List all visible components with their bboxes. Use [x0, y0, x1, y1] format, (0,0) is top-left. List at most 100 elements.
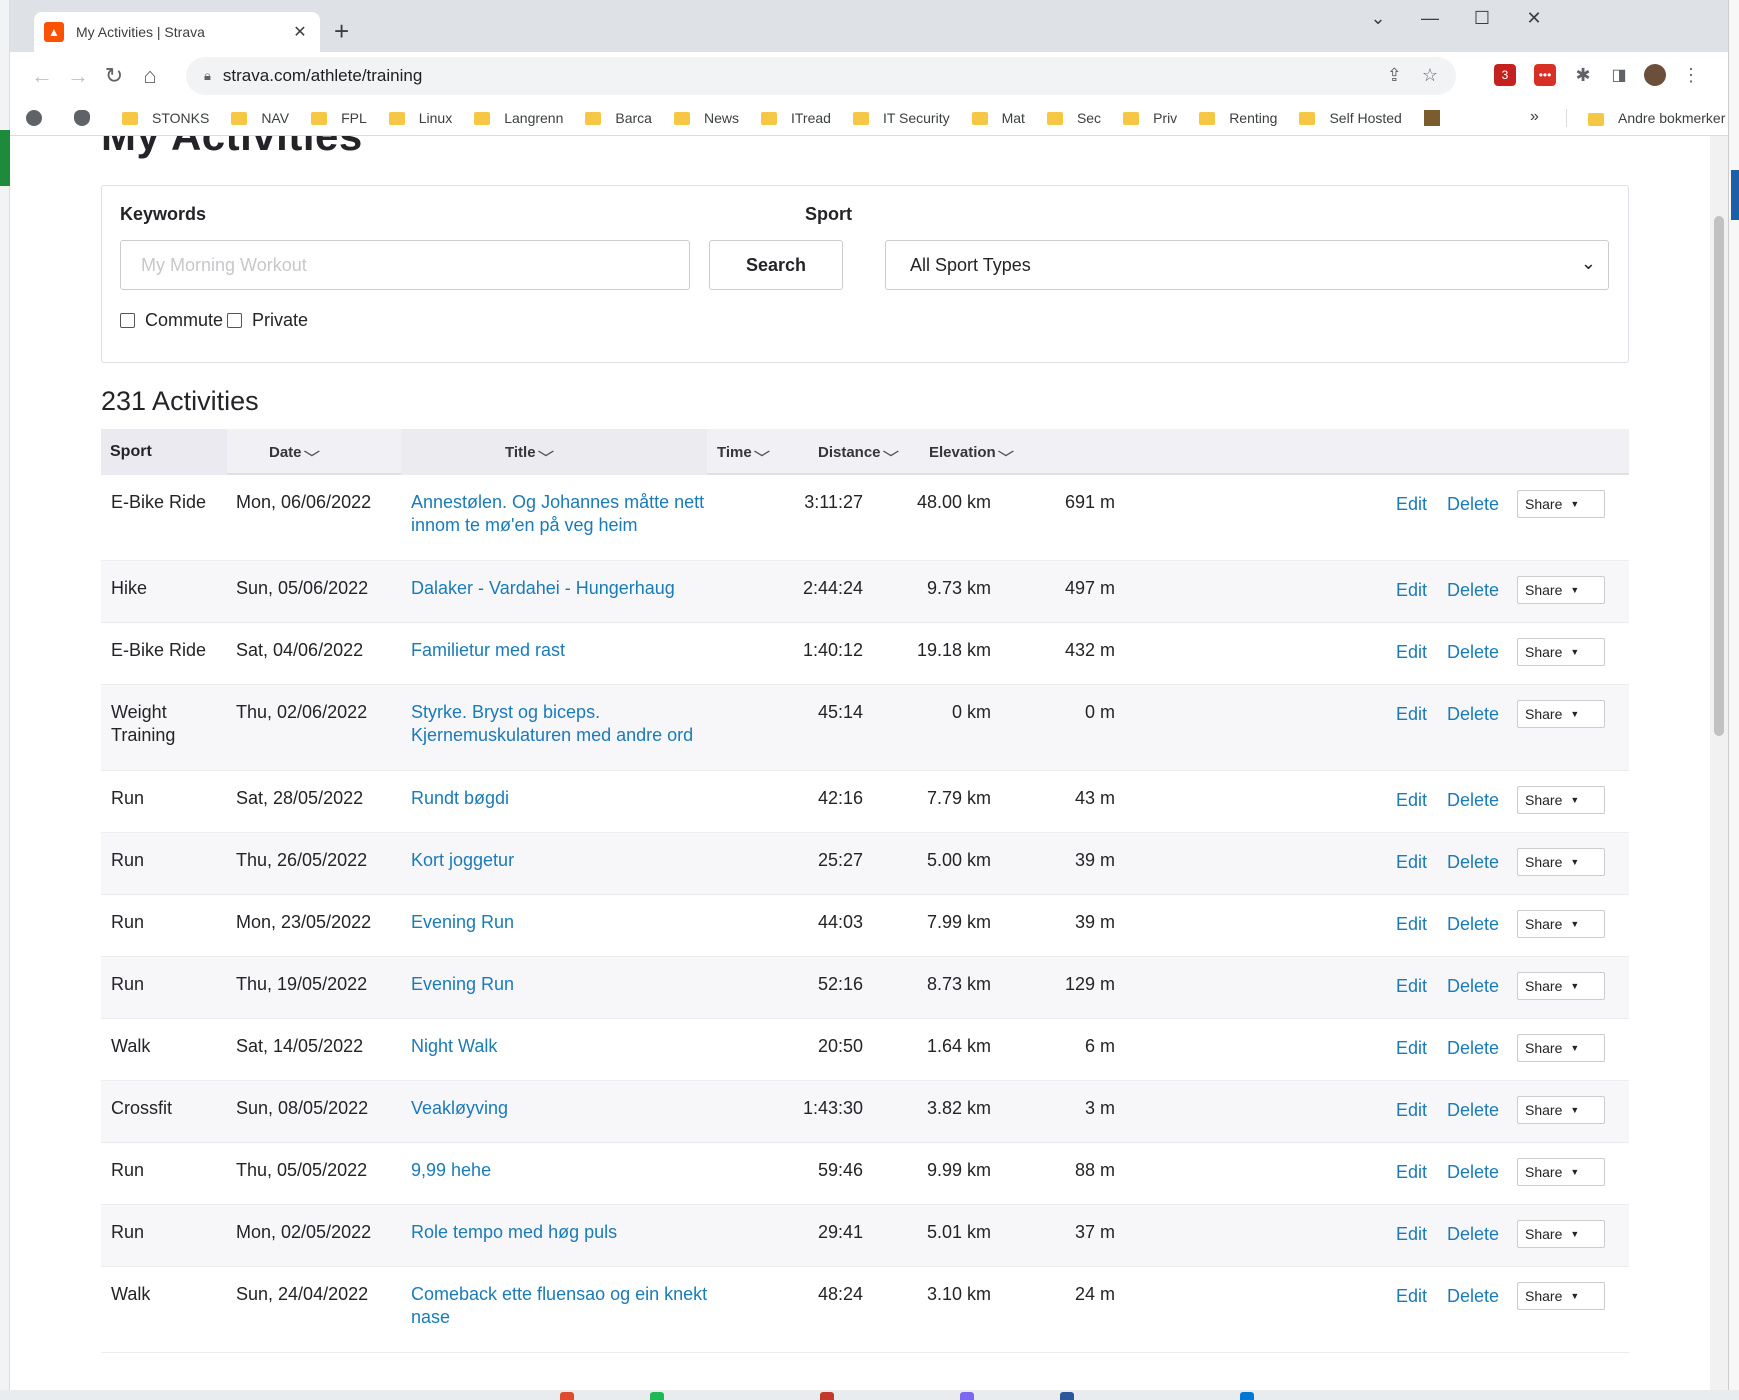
delete-link[interactable]: Delete [1447, 579, 1499, 602]
browser-tab[interactable]: ▲ My Activities | Strava ✕ [34, 12, 320, 52]
delete-link[interactable]: Delete [1447, 851, 1499, 874]
taskbar-app-icon[interactable] [1240, 1392, 1254, 1400]
bookmark-star-icon[interactable]: ☆ [1422, 65, 1438, 86]
delete-link[interactable]: Delete [1447, 1099, 1499, 1122]
private-checkbox-box[interactable] [227, 313, 242, 328]
activity-title-link[interactable]: Evening Run [411, 911, 711, 934]
edit-link[interactable]: Edit [1396, 913, 1427, 936]
home-icon[interactable]: ⌂ [136, 62, 164, 90]
edit-link[interactable]: Edit [1396, 641, 1427, 664]
header-distance-sort[interactable]: Distance ⌵ [818, 429, 898, 475]
taskbar-app-icon[interactable] [960, 1392, 974, 1400]
edit-link[interactable]: Edit [1396, 1285, 1427, 1308]
side-panel-icon[interactable]: ◨ [1608, 64, 1630, 86]
bookmark-folder[interactable]: News [673, 110, 739, 126]
private-checkbox[interactable]: Private [227, 310, 308, 331]
edit-link[interactable]: Edit [1396, 1161, 1427, 1184]
share-button[interactable]: Share ▼ [1517, 1096, 1605, 1124]
delete-link[interactable]: Delete [1447, 975, 1499, 998]
taskbar-app-icon[interactable] [1060, 1392, 1074, 1400]
bookmarks-overflow-button[interactable]: » [1530, 108, 1539, 126]
edit-link[interactable]: Edit [1396, 579, 1427, 602]
share-button[interactable]: Share ▼ [1517, 1158, 1605, 1186]
delete-link[interactable]: Delete [1447, 913, 1499, 936]
share-button[interactable]: Share ▼ [1517, 1220, 1605, 1248]
edit-link[interactable]: Edit [1396, 703, 1427, 726]
share-page-icon[interactable]: ⇪ [1387, 65, 1402, 86]
ublock-extension-icon[interactable]: 3 [1494, 64, 1516, 86]
edit-link[interactable]: Edit [1396, 1099, 1427, 1122]
share-button[interactable]: Share ▼ [1517, 700, 1605, 728]
activity-title-link[interactable]: Styrke. Bryst og biceps. Kjernemuskulatu… [411, 701, 711, 747]
bookmark-folder[interactable]: Barca [585, 110, 652, 126]
edit-link[interactable]: Edit [1396, 789, 1427, 812]
share-button[interactable]: Share ▼ [1517, 1282, 1605, 1310]
bookmark-folder[interactable]: Mat [971, 110, 1025, 126]
browser-menu-icon[interactable]: ⋮ [1680, 64, 1702, 86]
page-scrollbar[interactable] [1710, 136, 1728, 1390]
header-elevation-sort[interactable]: Elevation ⌵ [929, 429, 1014, 475]
header-time-sort[interactable]: Time ⌵ [717, 429, 770, 475]
tab-close-icon[interactable]: ✕ [290, 22, 310, 42]
share-button[interactable]: Share ▼ [1517, 910, 1605, 938]
delete-link[interactable]: Delete [1447, 1285, 1499, 1308]
edit-link[interactable]: Edit [1396, 1037, 1427, 1060]
activity-title-link[interactable]: Night Walk [411, 1035, 711, 1058]
edit-link[interactable]: Edit [1396, 1223, 1427, 1246]
search-button[interactable]: Search [709, 240, 843, 290]
extensions-puzzle-icon[interactable]: ✱ [1572, 64, 1594, 86]
bookmark-folder[interactable]: Sec [1046, 110, 1101, 126]
delete-link[interactable]: Delete [1447, 789, 1499, 812]
edit-link[interactable]: Edit [1396, 851, 1427, 874]
bookmark-folder[interactable]: FPL [311, 110, 367, 126]
edit-link[interactable]: Edit [1396, 975, 1427, 998]
new-tab-button[interactable]: + [334, 18, 349, 44]
tab-search-icon[interactable]: ⌄ [1358, 8, 1398, 29]
bookmark-folder[interactable]: Renting [1199, 110, 1277, 126]
taskbar-app-icon[interactable] [650, 1392, 664, 1400]
delete-link[interactable]: Delete [1447, 703, 1499, 726]
bookmark-globe[interactable] [26, 109, 52, 126]
sport-type-select[interactable]: All Sport Types ⌄ [885, 240, 1609, 290]
bookmark-folder[interactable]: STONKS [122, 110, 209, 126]
password-manager-extension-icon[interactable]: ••• [1534, 64, 1556, 86]
delete-link[interactable]: Delete [1447, 493, 1499, 516]
taskbar-app-icon[interactable] [560, 1392, 574, 1400]
delete-link[interactable]: Delete [1447, 641, 1499, 664]
activity-title-link[interactable]: Role tempo med høg puls [411, 1221, 711, 1244]
maximize-icon[interactable]: ☐ [1462, 8, 1502, 29]
activity-title-link[interactable]: Familietur med rast [411, 639, 711, 662]
activity-title-link[interactable]: Evening Run [411, 973, 711, 996]
share-button[interactable]: Share ▼ [1517, 576, 1605, 604]
profile-avatar[interactable] [1644, 64, 1666, 86]
header-date-sort[interactable]: Date ⌵ [269, 429, 319, 475]
address-bar[interactable]: 🔒︎ strava.com/athlete/training ⇪ ☆ [186, 57, 1456, 95]
bookmark-folder[interactable]: NAV [231, 110, 289, 126]
share-button[interactable]: Share ▼ [1517, 638, 1605, 666]
delete-link[interactable]: Delete [1447, 1037, 1499, 1060]
commute-checkbox-box[interactable] [120, 313, 135, 328]
commute-checkbox[interactable]: Commute [120, 310, 223, 331]
bookmark-folder[interactable]: Self Hosted [1299, 110, 1402, 126]
scrollbar-thumb[interactable] [1714, 216, 1724, 736]
keywords-input[interactable] [120, 240, 690, 290]
forward-icon[interactable]: → [64, 62, 92, 90]
bookmark-folder[interactable]: Priv [1123, 110, 1177, 126]
activity-title-link[interactable]: Kort joggetur [411, 849, 711, 872]
bookmark-apple[interactable] [74, 109, 100, 126]
reload-icon[interactable]: ↻ [100, 62, 128, 90]
delete-link[interactable]: Delete [1447, 1161, 1499, 1184]
taskbar-app-icon[interactable] [820, 1392, 834, 1400]
close-window-icon[interactable]: ✕ [1514, 8, 1554, 29]
bookmark-folder[interactable]: Linux [388, 110, 452, 126]
activity-title-link[interactable]: Veakløyving [411, 1097, 711, 1120]
share-button[interactable]: Share ▼ [1517, 786, 1605, 814]
share-button[interactable]: Share ▼ [1517, 848, 1605, 876]
activity-title-link[interactable]: Annestølen. Og Johannes måtte nett innom… [411, 491, 711, 537]
back-icon[interactable]: ← [28, 62, 56, 90]
other-bookmarks[interactable]: Andre bokmerker [1588, 100, 1725, 136]
bookmark-misc[interactable] [1423, 109, 1450, 126]
activity-title-link[interactable]: 9,99 hehe [411, 1159, 711, 1182]
edit-link[interactable]: Edit [1396, 493, 1427, 516]
delete-link[interactable]: Delete [1447, 1223, 1499, 1246]
